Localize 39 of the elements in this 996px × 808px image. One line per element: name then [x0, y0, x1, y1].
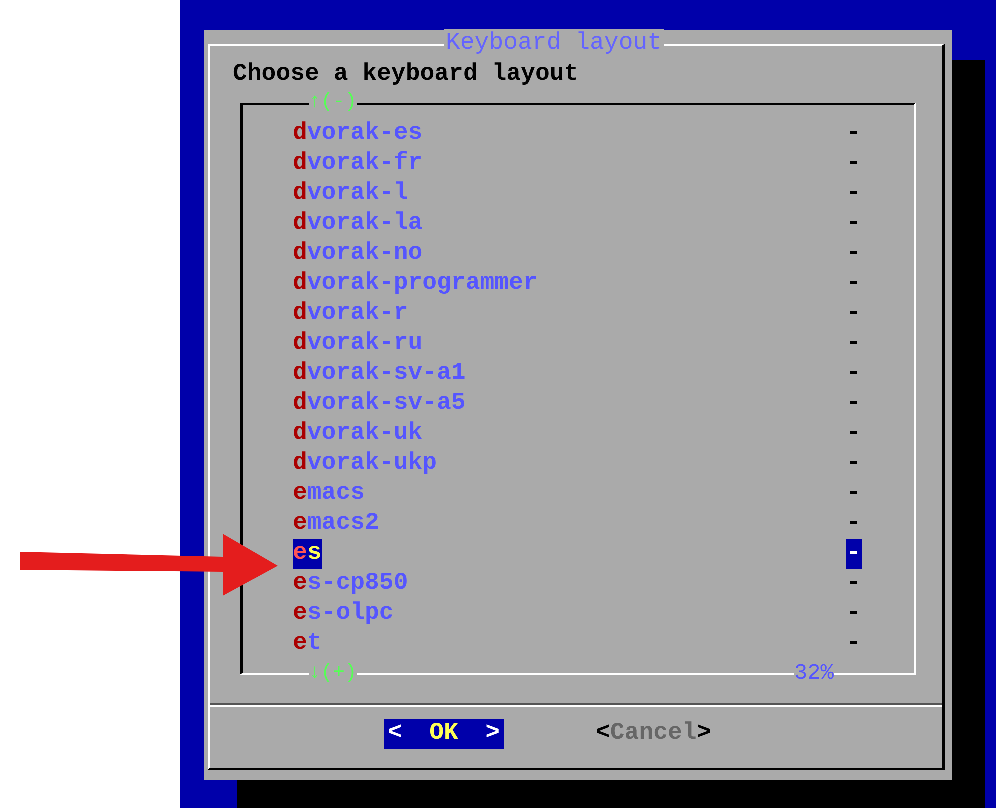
layout-item[interactable]: emacs2 — [293, 509, 380, 539]
layout-item[interactable]: es-olpc — [293, 599, 394, 629]
layout-item[interactable]: dvorak-programmer — [293, 269, 538, 299]
layout-description: - — [846, 419, 862, 449]
layout-description: - — [846, 149, 862, 179]
layout-description: - — [846, 449, 862, 479]
layout-description: - — [846, 509, 862, 539]
layout-item[interactable]: dvorak-fr — [293, 149, 423, 179]
layout-item[interactable]: dvorak-sv-a1 — [293, 359, 466, 389]
layout-description: - — [846, 269, 862, 299]
layout-item[interactable]: dvorak-uk — [293, 419, 423, 449]
layout-item[interactable]: dvorak-ukp — [293, 449, 438, 479]
layout-description: - — [846, 329, 862, 359]
layout-description: - — [846, 179, 862, 209]
layout-item[interactable]: es-cp850 — [293, 569, 408, 599]
layout-description: - — [846, 359, 862, 389]
layout-description: - — [846, 629, 862, 659]
layout-item[interactable]: dvorak-la — [293, 209, 423, 239]
layout-item[interactable]: es — [293, 539, 322, 569]
layout-description: - — [846, 239, 862, 269]
layout-item[interactable]: dvorak-l — [293, 179, 408, 209]
layout-item[interactable]: et — [293, 629, 322, 659]
layout-description: - — [846, 479, 862, 509]
layout-item[interactable]: dvorak-ru — [293, 329, 423, 359]
layout-description: - — [846, 119, 862, 149]
layout-item[interactable]: dvorak-sv-a5 — [293, 389, 466, 419]
prompt-text: Choose a keyboard layout — [233, 60, 580, 90]
layout-item[interactable]: dvorak-no — [293, 239, 423, 269]
layout-description: - — [846, 299, 862, 329]
cancel-button[interactable]: <Cancel> — [592, 719, 716, 749]
layout-item[interactable]: dvorak-r — [293, 299, 408, 329]
layout-description: - — [846, 539, 862, 569]
layout-item[interactable]: emacs — [293, 479, 366, 509]
layout-description: - — [846, 389, 862, 419]
layout-description: - — [846, 569, 862, 599]
layout-item[interactable]: dvorak-es — [293, 119, 423, 149]
layout-description: - — [846, 209, 862, 239]
layout-description: - — [846, 599, 862, 629]
ok-button[interactable]: < OK > — [384, 719, 504, 749]
